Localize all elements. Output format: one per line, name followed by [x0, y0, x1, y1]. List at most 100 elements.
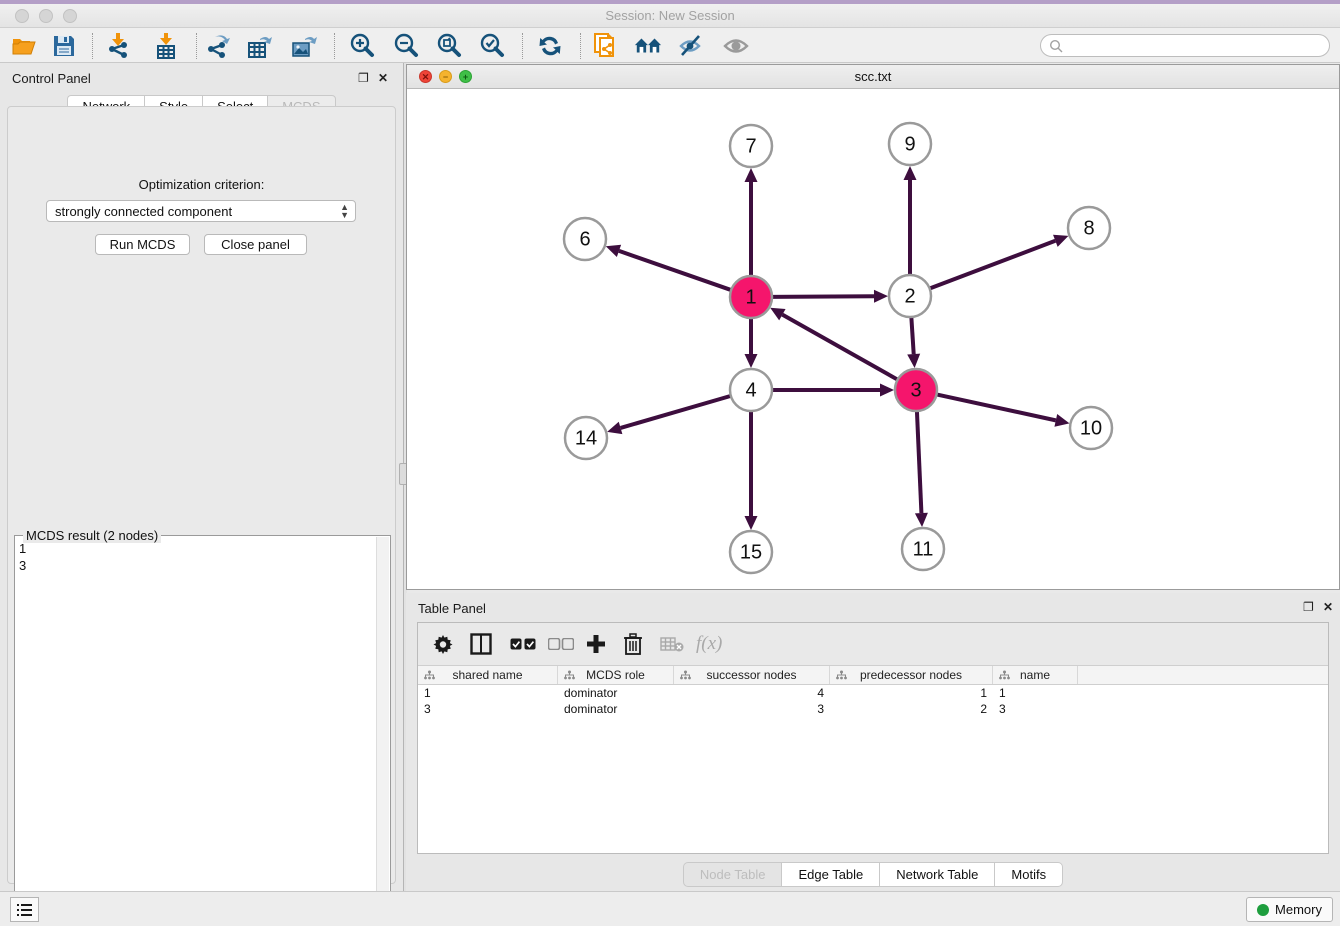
column-header-successor-nodes[interactable]: successor nodes — [674, 666, 830, 684]
table-settings-icon[interactable] — [433, 631, 453, 657]
edge-4-14[interactable] — [621, 396, 731, 428]
network-window-titlebar: ✕ − + scc.txt — [407, 65, 1339, 89]
column-header-name[interactable]: name — [993, 666, 1078, 684]
search-input[interactable] — [1040, 34, 1330, 57]
svg-text:8: 8 — [1083, 218, 1094, 240]
show-graphics-icon[interactable] — [722, 32, 750, 60]
table-cell[interactable]: 1 — [830, 685, 993, 701]
add-column-icon[interactable] — [586, 631, 606, 657]
column-header-predecessor-nodes[interactable]: predecessor nodes — [830, 666, 993, 684]
edge-1-2[interactable] — [772, 296, 874, 297]
table-row[interactable]: 3dominator323 — [418, 701, 1328, 717]
open-folder-icon[interactable] — [10, 32, 38, 60]
table-panel: Table Panel ❐ ✕ — [406, 593, 1340, 891]
task-history-button[interactable] — [10, 897, 39, 922]
control-panel-header: Control Panel ❐ ✕ — [0, 63, 403, 93]
select-all-icon[interactable] — [510, 631, 536, 657]
tab-edge-table[interactable]: Edge Table — [781, 862, 879, 887]
graph-node-7[interactable]: 7 — [730, 125, 772, 167]
function-builder-icon[interactable]: f(x) — [696, 631, 722, 657]
refresh-icon[interactable] — [536, 32, 564, 60]
hide-graphics-icon[interactable] — [678, 32, 706, 60]
table-cell[interactable]: 3 — [993, 701, 1078, 717]
column-header-MCDS-role[interactable]: MCDS role — [558, 666, 674, 684]
maximize-view-icon[interactable]: + — [459, 70, 472, 83]
run-mcds-button[interactable]: Run MCDS — [95, 234, 190, 255]
svg-text:3: 3 — [910, 380, 921, 402]
tab-node-table[interactable]: Node Table — [683, 862, 782, 887]
export-table-icon[interactable] — [246, 32, 274, 60]
zoom-selected-icon[interactable] — [478, 32, 506, 60]
zoom-in-icon[interactable] — [348, 32, 376, 60]
graph-node-10[interactable]: 10 — [1070, 407, 1112, 449]
result-scrollbar[interactable] — [376, 537, 389, 915]
column-header-shared-name[interactable]: shared name — [418, 666, 558, 684]
close-window-icon[interactable] — [15, 9, 29, 23]
mcds-result-title: MCDS result (2 nodes) — [23, 528, 161, 543]
graph-node-3[interactable]: 3 — [895, 369, 937, 411]
import-table-icon[interactable] — [152, 32, 180, 60]
export-network-icon[interactable] — [204, 32, 232, 60]
control-panel-title: Control Panel — [12, 71, 91, 86]
delete-column-icon[interactable] — [624, 631, 642, 657]
graph-node-1[interactable]: 1 — [730, 276, 772, 318]
table-cell[interactable]: 3 — [418, 701, 558, 717]
table-row[interactable]: 1dominator411 — [418, 685, 1328, 701]
import-network-icon[interactable] — [104, 32, 132, 60]
graph-node-8[interactable]: 8 — [1068, 207, 1110, 249]
zoom-fit-icon[interactable] — [435, 32, 463, 60]
duplicate-network-icon[interactable] — [592, 32, 620, 60]
edge-arrowhead — [606, 245, 621, 257]
table-cell[interactable]: dominator — [558, 685, 674, 701]
toolbar-separator — [92, 33, 93, 59]
close-table-panel-icon[interactable]: ✕ — [1323, 601, 1333, 613]
criterion-select[interactable]: strongly connected component ▲▼ — [46, 200, 356, 222]
close-panel-button[interactable]: Close panel — [204, 234, 307, 255]
save-icon[interactable] — [50, 32, 78, 60]
memory-button[interactable]: Memory — [1246, 897, 1333, 922]
table-cell[interactable]: dominator — [558, 701, 674, 717]
graph-node-2[interactable]: 2 — [889, 275, 931, 317]
toolbar-separator — [334, 33, 335, 59]
graph-node-4[interactable]: 4 — [730, 369, 772, 411]
mcds-result-box: MCDS result (2 nodes) 1 3 — [14, 535, 391, 917]
edge-1-6[interactable] — [619, 251, 731, 290]
float-table-panel-icon[interactable]: ❐ — [1303, 601, 1314, 613]
first-neighbors-icon[interactable] — [634, 32, 662, 60]
graph-node-14[interactable]: 14 — [565, 417, 607, 459]
tab-motifs[interactable]: Motifs — [994, 862, 1063, 887]
table-cell[interactable]: 1 — [993, 685, 1078, 701]
svg-text:10: 10 — [1080, 418, 1102, 440]
network-canvas[interactable]: 7 9 6 8 1 2 4 3 14 10 15 11 — [407, 89, 1339, 589]
table-cell[interactable]: 3 — [674, 701, 830, 717]
table-toolbar: f(x) — [418, 623, 1328, 665]
graph-node-9[interactable]: 9 — [889, 123, 931, 165]
edge-3-1[interactable] — [782, 315, 897, 380]
graph-node-6[interactable]: 6 — [564, 218, 606, 260]
svg-text:14: 14 — [575, 428, 597, 450]
zoom-window-icon[interactable] — [63, 9, 77, 23]
edge-3-11[interactable] — [917, 411, 921, 513]
edge-3-10[interactable] — [937, 394, 1056, 420]
table-body: 1dominator4113dominator323 — [418, 685, 1328, 717]
graph-node-11[interactable]: 11 — [902, 528, 944, 570]
deselect-all-icon[interactable] — [548, 631, 574, 657]
float-panel-icon[interactable]: ❐ — [358, 72, 369, 84]
edge-2-8[interactable] — [930, 241, 1056, 289]
table-panel-title: Table Panel — [418, 601, 486, 616]
edge-2-3[interactable] — [911, 317, 913, 354]
zoom-out-icon[interactable] — [392, 32, 420, 60]
close-view-icon[interactable]: ✕ — [419, 70, 432, 83]
close-panel-icon[interactable]: ✕ — [378, 72, 388, 84]
search-icon — [1049, 39, 1063, 53]
split-panel-icon[interactable] — [470, 631, 492, 657]
table-cell[interactable]: 2 — [830, 701, 993, 717]
delete-table-icon[interactable] — [660, 631, 684, 657]
tab-network-table[interactable]: Network Table — [879, 862, 994, 887]
table-cell[interactable]: 4 — [674, 685, 830, 701]
minimize-window-icon[interactable] — [39, 9, 53, 23]
graph-node-15[interactable]: 15 — [730, 531, 772, 573]
table-cell[interactable]: 1 — [418, 685, 558, 701]
minimize-view-icon[interactable]: − — [439, 70, 452, 83]
export-image-icon[interactable] — [290, 32, 318, 60]
